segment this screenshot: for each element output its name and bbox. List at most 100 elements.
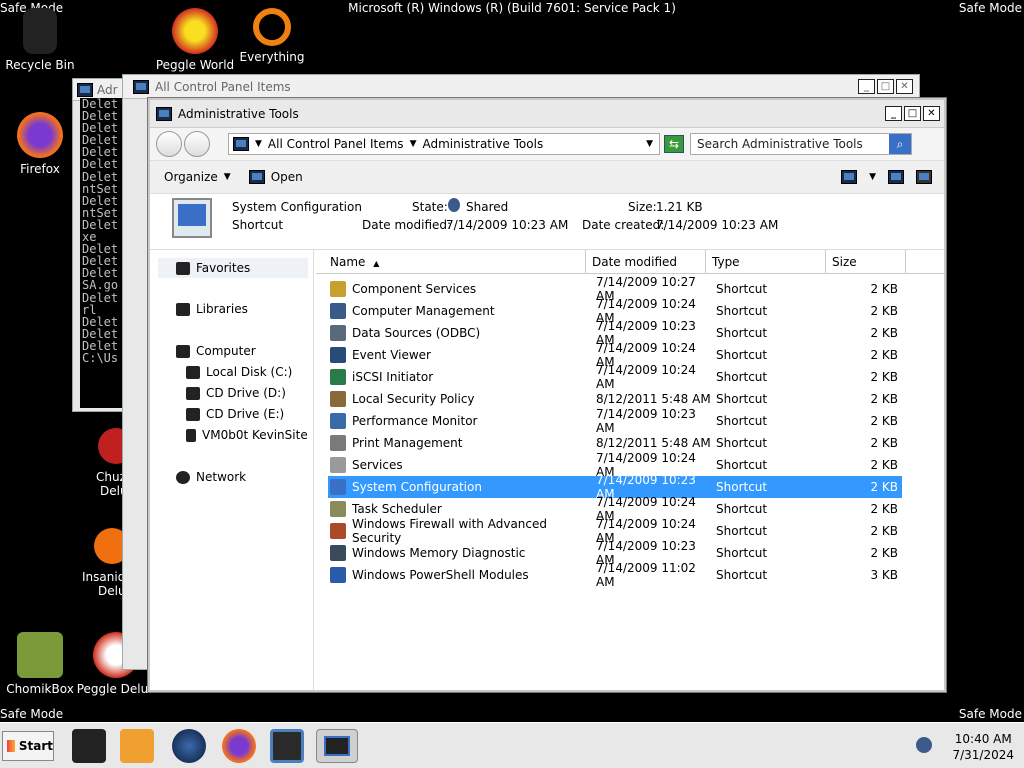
window-titlebar[interactable]: Administrative Tools _ □ ✕ [150,100,944,128]
shortcut-icon [330,325,346,341]
file-type: Shortcut [716,568,768,582]
search-icon[interactable]: ⌕ [889,134,911,154]
search-magnifier-icon [253,8,291,46]
open-button[interactable]: Open [248,170,303,184]
desktop-icon-recycle-bin[interactable]: Recycle Bin [0,8,80,72]
shortcut-icon [330,523,346,539]
navigation-pane: Favorites Libraries Computer Local Disk … [150,250,314,690]
file-name: Task Scheduler [352,502,442,516]
chevron-down-icon[interactable]: ▼ [255,139,262,149]
control-panel-icon [133,79,149,94]
file-type: Shortcut [716,524,768,538]
file-name: Services [352,458,403,472]
control-panel-titlebar[interactable]: All Control Panel Items _ □ ✕ [123,75,919,99]
file-size: 2 KB [870,524,898,538]
desktop-icon-chomikbox[interactable]: ChomikBox [0,632,80,696]
table-row[interactable]: iSCSI Initiator 7/14/2009 10:24 AM Shortcu… [328,363,902,391]
network-drive-icon [186,428,196,442]
clock-time: 10:40 AM [954,732,1012,746]
breadcrumb-all-items[interactable]: All Control Panel Items [268,137,404,151]
details-state-value: Shared [466,200,509,214]
maximize-button[interactable]: □ [877,79,894,94]
admin-tools-icon [156,106,172,121]
desktop-icon-everything[interactable]: Everything [232,8,312,64]
details-pane: System Configuration Shortcut State: Sha… [150,194,944,250]
taskbar-admin-tools-icon[interactable] [316,729,358,763]
file-name: Computer Management [352,304,495,318]
desktop-icon-peggle-world[interactable]: Peggle World [155,8,235,72]
file-name: Print Management [352,436,463,450]
file-type: Shortcut [716,348,768,362]
sidebar-item-network-drive[interactable]: VM0b0t KevinSite [186,428,308,442]
preview-pane-icon[interactable] [888,170,904,184]
taskbar-media-player-icon[interactable] [120,729,154,763]
details-name: System Configuration [232,200,362,214]
close-button[interactable]: ✕ [896,79,913,94]
system-configuration-icon [172,198,212,238]
column-header-date[interactable]: Date modified [586,250,706,273]
desktop-icon-firefox[interactable]: Firefox [0,112,80,176]
view-options-icon[interactable] [841,170,858,184]
file-size: 2 KB [870,282,898,296]
address-dropdown-icon[interactable]: ▼ [646,139,653,149]
administrative-tools-window[interactable]: Administrative Tools _ □ ✕ ▼ All Control… [148,98,946,692]
cd-drive-icon [186,386,200,400]
sidebar-item-local-disk-c[interactable]: Local Disk (C:) [186,365,292,379]
shortcut-icon [330,545,346,561]
search-input[interactable]: Search Administrative Tools ⌕ [690,133,912,155]
help-icon[interactable] [916,170,932,184]
back-button[interactable] [156,131,182,157]
taskbar-explorer-icon[interactable] [72,729,106,763]
window-title: Administrative Tools [178,106,299,121]
maximize-button[interactable]: □ [904,106,921,121]
file-size: 2 KB [870,304,898,318]
desktop-icon-chuzzle[interactable]: Chuz Delu [86,428,126,498]
refresh-button[interactable]: ⇆ [664,135,684,153]
file-type: Shortcut [716,282,768,296]
forward-button[interactable] [184,131,210,157]
control-panel-icon [233,137,249,151]
file-type: Shortcut [716,392,768,406]
desktop-icon-insaniquarium[interactable]: Insaniq Delu [82,528,126,598]
taskbar-clock[interactable]: 10:40 AM 7/31/2024 [952,731,1014,763]
sidebar-item-computer[interactable]: Computer [176,344,256,358]
column-header-type[interactable]: Type [706,250,826,273]
os-build-label: Microsoft (R) Windows (R) (Build 7601: S… [348,1,676,15]
file-list: Name ▲ Date modified Type Size Component… [316,250,944,690]
taskbar-control-panel-icon[interactable] [270,729,304,763]
table-row[interactable]: Performance Monitor 7/14/2009 10:23 AM Sho… [328,407,902,435]
file-date: 7/14/2009 10:24 AM [596,363,696,391]
minimize-button[interactable]: _ [858,79,875,94]
sidebar-item-cd-drive-e[interactable]: CD Drive (E:) [186,407,284,421]
taskbar: Start 10:40 AM 7/31/2024 [0,722,1024,768]
network-tray-icon[interactable] [916,737,932,753]
sidebar-item-libraries[interactable]: Libraries [176,302,248,316]
address-bar[interactable]: ▼ All Control Panel Items ▼ Administrati… [228,133,660,155]
details-modified-label: Date modified: [362,218,452,232]
file-name: System Configuration [352,480,482,494]
details-size-label: Size: [628,200,657,214]
taskbar-network-icon[interactable] [172,729,206,763]
shortcut-icon [330,501,346,517]
taskbar-firefox-icon[interactable] [222,729,256,763]
sidebar-item-favorites[interactable]: Favorites [158,258,308,278]
organize-button[interactable]: Organize ▼ [164,170,231,184]
chevron-down-icon[interactable]: ▼ [410,139,417,149]
network-globe-icon [176,470,190,484]
table-row[interactable]: Windows PowerShell Modules 7/14/2009 11:0… [328,561,902,589]
file-size: 2 KB [870,326,898,340]
start-button[interactable]: Start [2,731,54,761]
shortcut-icon [330,369,346,385]
breadcrumb-admin-tools[interactable]: Administrative Tools [422,137,543,151]
file-size: 2 KB [870,480,898,494]
file-type: Shortcut [716,436,768,450]
sidebar-item-cd-drive-d[interactable]: CD Drive (D:) [186,386,286,400]
sidebar-item-network[interactable]: Network [176,470,246,484]
close-button[interactable]: ✕ [923,106,940,121]
chevron-down-icon[interactable]: ▼ [869,172,876,182]
safe-mode-label: Safe Mode [958,707,1022,721]
column-header-size[interactable]: Size [826,250,906,273]
minimize-button[interactable]: _ [885,106,902,121]
column-header-name[interactable]: Name ▲ [316,250,586,273]
file-date: 8/12/2011 5:48 AM [596,436,711,450]
